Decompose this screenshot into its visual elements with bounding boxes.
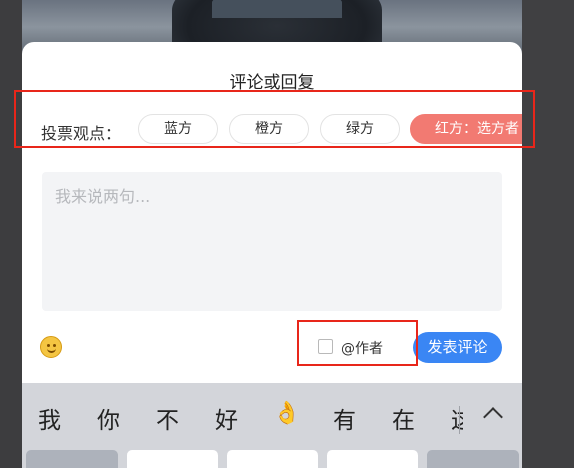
keyboard-key[interactable] bbox=[427, 450, 519, 468]
candidate-word[interactable]: 在 bbox=[392, 401, 415, 435]
mention-author-checkbox[interactable] bbox=[318, 339, 333, 354]
candidate-bar: 我 你 不 好 👌 有 在 这 bbox=[22, 383, 522, 448]
comment-sheet: 评论或回复 投票观点： 蓝方 橙方 绿方 红方：选方者 @作者 发表评论 我 你… bbox=[22, 42, 522, 468]
vote-option-blue[interactable]: 蓝方 bbox=[138, 114, 218, 144]
sheet-title: 评论或回复 bbox=[229, 73, 315, 93]
candidate-word[interactable]: 这 bbox=[451, 401, 463, 435]
mention-author-label: @作者 bbox=[341, 341, 383, 357]
candidate-word[interactable]: 不 bbox=[156, 401, 179, 435]
submit-comment-button[interactable]: 发表评论 bbox=[413, 332, 502, 363]
smile-emoji-icon[interactable] bbox=[40, 336, 62, 358]
candidate-word[interactable]: 我 bbox=[38, 401, 61, 435]
car-window bbox=[212, 0, 342, 18]
left-dim-overlay bbox=[0, 0, 22, 468]
candidate-word[interactable]: 好 bbox=[215, 401, 238, 435]
candidate-divider bbox=[459, 406, 460, 434]
keyboard-key[interactable] bbox=[327, 450, 418, 468]
candidate-word[interactable]: 你 bbox=[97, 401, 120, 435]
comment-input[interactable] bbox=[42, 172, 502, 311]
keyboard-key[interactable] bbox=[26, 450, 118, 468]
right-dim-overlay bbox=[522, 0, 574, 468]
vote-option-green[interactable]: 绿方 bbox=[320, 114, 400, 144]
keyboard-key[interactable] bbox=[127, 450, 218, 468]
smile-mouth bbox=[47, 348, 56, 353]
vote-option-orange[interactable]: 橙方 bbox=[229, 114, 309, 144]
vote-option-red[interactable]: 红方：选方者 bbox=[410, 114, 522, 144]
vote-label: 投票观点： bbox=[41, 124, 122, 143]
vote-row: 投票观点： 蓝方 橙方 绿方 红方：选方者 bbox=[22, 114, 522, 148]
candidate-word[interactable]: 有 bbox=[333, 401, 356, 435]
keyboard-key[interactable] bbox=[227, 450, 318, 468]
keyboard: 我 你 不 好 👌 有 在 这 bbox=[22, 383, 522, 468]
candidate-emoji[interactable]: 👌 bbox=[273, 401, 300, 426]
chevron-up-icon[interactable] bbox=[483, 406, 501, 420]
